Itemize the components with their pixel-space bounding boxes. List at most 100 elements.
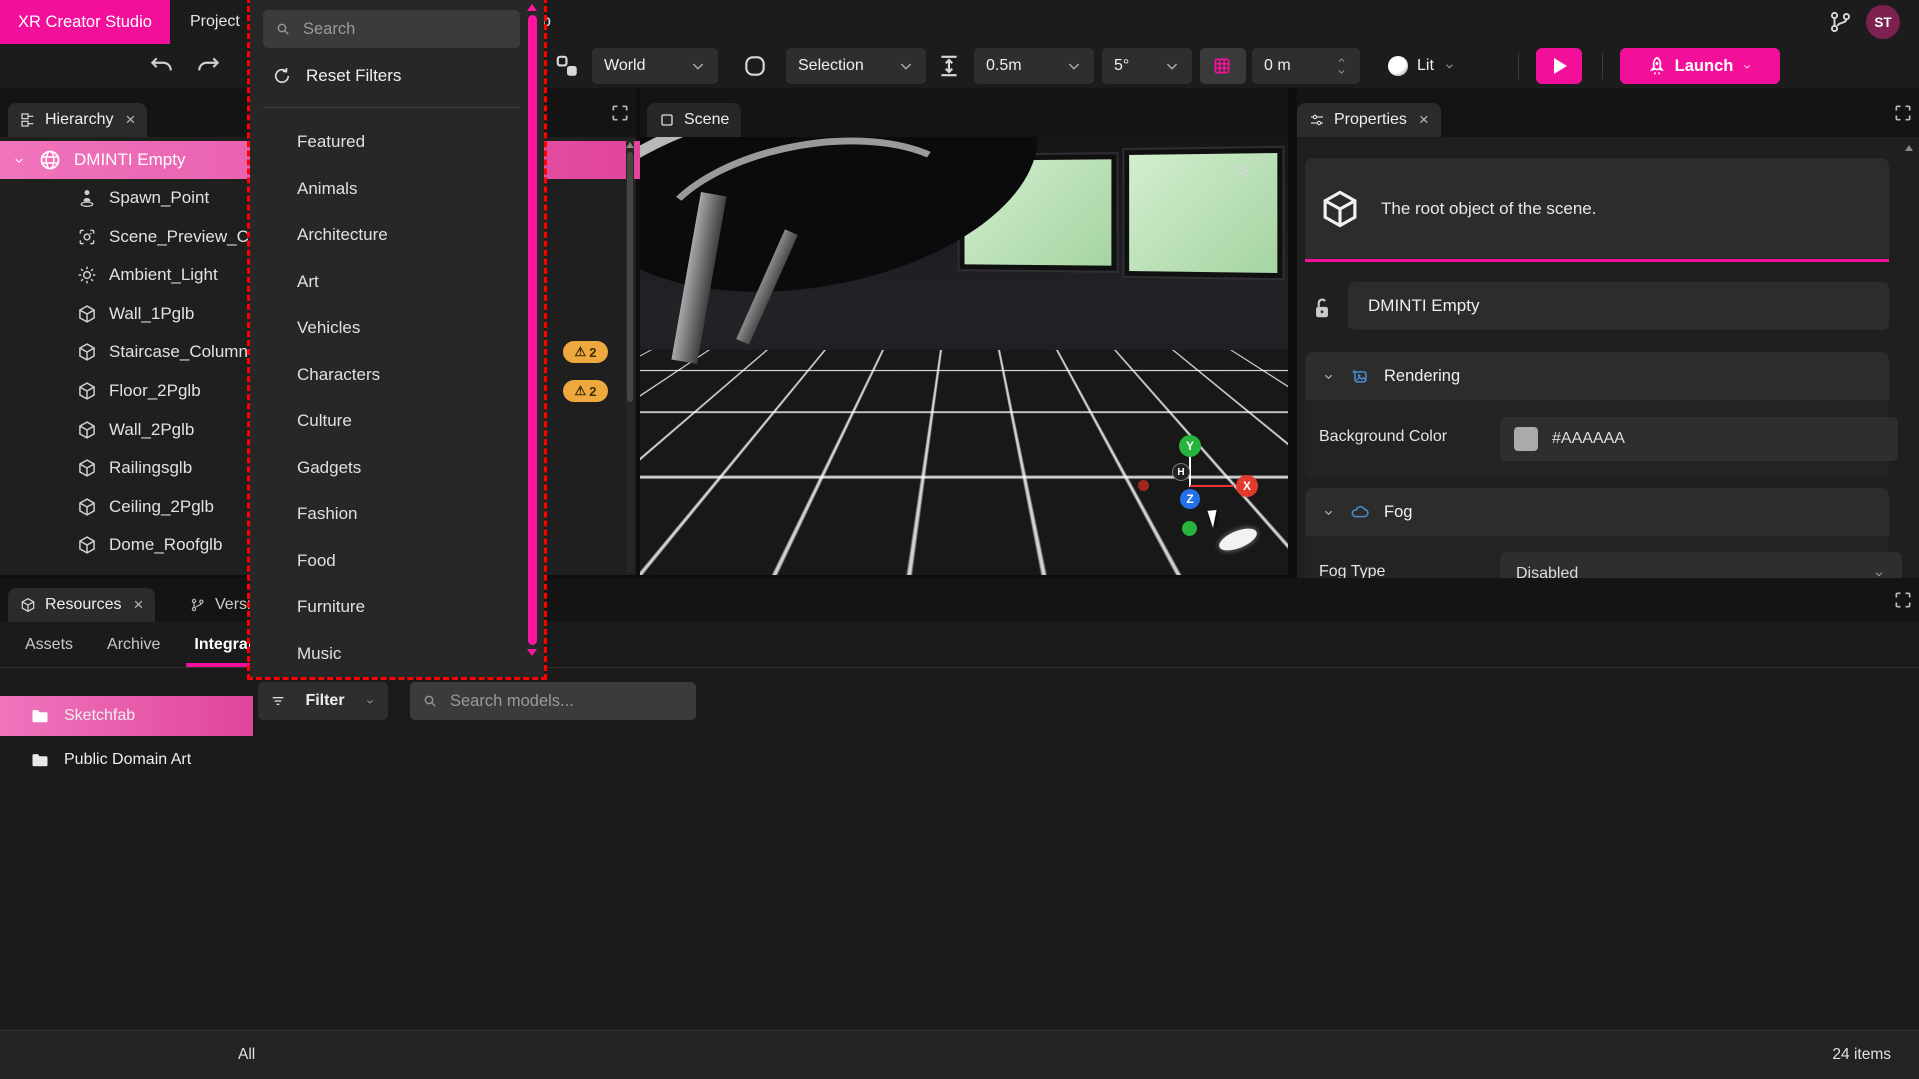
app-title: XR Creator Studio (0, 0, 170, 44)
fog-type-dropdown[interactable]: Disabled (1500, 552, 1902, 578)
version-control-icon[interactable] (1828, 9, 1854, 35)
gizmo-x-handle[interactable]: X (1236, 475, 1258, 497)
scroll-down-icon[interactable] (527, 649, 537, 656)
shading-dropdown[interactable]: Lit (1388, 48, 1456, 84)
rendering-section-header[interactable]: Rendering (1305, 352, 1889, 400)
category-list: FeaturedAnimalsArchitectureArtVehiclesCh… (250, 119, 528, 677)
elevation-stepper[interactable]: 0 m (1252, 48, 1360, 84)
expand-panel-icon[interactable] (1893, 590, 1913, 610)
close-icon[interactable]: × (1419, 110, 1429, 130)
close-icon[interactable]: × (125, 110, 135, 130)
category-item-furniture[interactable]: Furniture (250, 584, 528, 631)
launch-button[interactable]: Launch (1620, 48, 1780, 84)
selection-dropdown[interactable]: Selection (786, 48, 926, 84)
scroll-up-icon[interactable] (527, 4, 537, 11)
expand-panel-icon[interactable] (1893, 103, 1913, 123)
background-color-field[interactable]: #AAAAAA (1500, 417, 1898, 461)
models-search-input[interactable] (448, 691, 684, 712)
viewport-hints: FFocusQERotateGGrabEscDeselect (648, 539, 1014, 559)
category-search[interactable] (263, 10, 520, 48)
step-up-icon[interactable] (1335, 56, 1348, 65)
viewport-3d[interactable]: Y H X Z FFocusQERotateGGrabEscDeselect (640, 137, 1288, 575)
tab-properties[interactable]: Properties × (1297, 103, 1441, 137)
tab-scene[interactable]: Scene (647, 103, 741, 137)
menu-project[interactable]: Project (178, 0, 252, 44)
subtab-assets[interactable]: Assets (25, 636, 73, 654)
globe-icon (38, 148, 62, 172)
step-down-icon[interactable] (1335, 67, 1348, 76)
folder-public-domain-art[interactable]: Public Domain Art (0, 740, 253, 780)
play-button[interactable] (1536, 48, 1582, 84)
gizmo-y-handle[interactable]: Y (1179, 435, 1201, 457)
scrollbar-thumb[interactable] (528, 15, 537, 645)
fog-section-header[interactable]: Fog (1305, 488, 1889, 536)
transform-space-icon[interactable] (554, 53, 580, 79)
footer-filter-all[interactable]: All (238, 1046, 255, 1064)
warning-badge[interactable]: ⚠ 2 (563, 380, 608, 402)
lock-open-icon[interactable] (1309, 295, 1335, 321)
footer-item-count: 24 items (1832, 1046, 1891, 1064)
transform-gizmo[interactable]: Y H X Z (1110, 427, 1280, 567)
category-item-music[interactable]: Music (250, 631, 528, 678)
hint-label: Grab (874, 542, 906, 557)
chevron-down-icon (364, 697, 376, 706)
chevron-down-icon[interactable] (12, 155, 26, 166)
selection-mode-icon[interactable] (742, 53, 768, 79)
world-dropdown[interactable]: World (592, 48, 718, 84)
fog-type-value: Disabled (1516, 565, 1578, 578)
user-avatar[interactable]: ST (1866, 5, 1900, 39)
tab-version-history[interactable]: Versi (190, 588, 251, 622)
hint-label: Deselect (959, 542, 1015, 557)
category-item-food[interactable]: Food (250, 538, 528, 585)
category-item-architecture[interactable]: Architecture (250, 212, 528, 259)
object-name-field[interactable]: DMINTI Empty (1348, 282, 1889, 330)
snap-move-dropdown[interactable]: 0.5m (974, 48, 1094, 84)
undo-icon[interactable] (148, 53, 174, 79)
category-scrollbar[interactable] (527, 4, 537, 672)
snap-height-icon[interactable] (936, 53, 962, 79)
hierarchy-scrollbar[interactable] (626, 139, 634, 573)
tab-hierarchy[interactable]: Hierarchy × (8, 103, 147, 137)
color-swatch[interactable] (1514, 427, 1538, 451)
subtab-archive[interactable]: Archive (107, 636, 160, 654)
snap-move-value: 0.5m (986, 57, 1022, 75)
category-item-featured[interactable]: Featured (250, 119, 528, 166)
models-search[interactable] (410, 682, 696, 720)
root-description-card: The root object of the scene. (1305, 158, 1889, 262)
stepper-arrows[interactable] (1335, 56, 1348, 76)
filter-icon (270, 693, 286, 709)
tab-version-label: Versi (215, 596, 251, 614)
scrollbar-thumb[interactable] (627, 152, 633, 402)
tree-root-label: DMINTI Empty (74, 150, 185, 170)
reset-filters-button[interactable]: Reset Filters (272, 58, 401, 94)
expand-panel-icon[interactable] (610, 103, 630, 123)
category-item-vehicles[interactable]: Vehicles (250, 305, 528, 352)
filter-button[interactable]: Filter (258, 682, 388, 720)
scroll-up-icon[interactable] (626, 142, 634, 148)
scroll-up-icon[interactable] (1905, 145, 1913, 151)
gizmo-h-handle[interactable]: H (1172, 463, 1190, 481)
category-item-culture[interactable]: Culture (250, 398, 528, 445)
gizmo-z-handle[interactable]: Z (1180, 489, 1200, 509)
subtab-integrations[interactable]: Integrat (194, 636, 253, 654)
category-search-input[interactable] (301, 19, 508, 40)
snap-rotate-dropdown[interactable]: 5° (1102, 48, 1192, 84)
close-icon[interactable]: × (133, 595, 143, 615)
viewport-gear-icon[interactable] (1232, 161, 1252, 181)
grid-icon (1212, 56, 1232, 76)
category-item-fashion[interactable]: Fashion (250, 491, 528, 538)
tree-item-label: Staircase_Column (109, 342, 248, 362)
tab-resources[interactable]: Resources × (8, 588, 155, 622)
chevron-down-icon (690, 58, 706, 74)
category-item-art[interactable]: Art (250, 259, 528, 306)
redo-icon[interactable] (196, 53, 222, 79)
grid-toggle-button[interactable] (1200, 48, 1246, 84)
folder-sketchfab[interactable]: Sketchfab (0, 696, 253, 736)
tree-item-label: Scene_Preview_C (109, 227, 249, 247)
cube-icon (77, 342, 97, 362)
category-item-characters[interactable]: Characters (250, 352, 528, 399)
warning-badge[interactable]: ⚠ 2 (563, 341, 608, 363)
category-item-gadgets[interactable]: Gadgets (250, 445, 528, 492)
category-item-animals[interactable]: Animals (250, 166, 528, 213)
reset-icon (272, 66, 292, 86)
